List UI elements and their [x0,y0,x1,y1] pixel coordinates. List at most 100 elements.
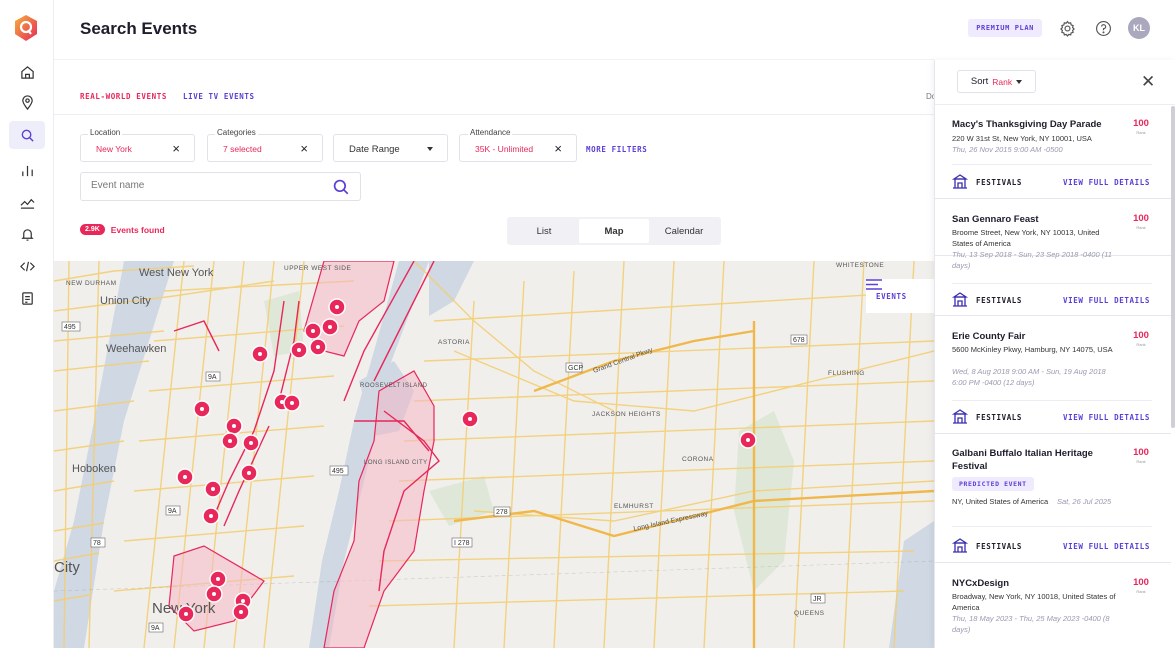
settings-gear-icon[interactable] [1056,17,1078,39]
view-full-details-link[interactable]: VIEW FULL DETAILS [1063,296,1150,305]
event-marker-dot [211,487,215,491]
location-clear-icon[interactable]: × [172,141,180,156]
location-filter[interactable]: New York × [80,134,195,162]
tab-live-tv-events[interactable]: LIVE TV EVENTS [183,92,255,111]
events-toggle-label: EVENTS [876,291,907,301]
results-count: 2.9K Events found [80,224,165,235]
card-divider [952,283,1152,284]
header-actions: PREMIUM PLAN KL [968,17,1150,39]
event-category: FESTIVALS [952,174,1022,190]
attendance-value: 35K - Unlimited [475,144,534,154]
categories-label: Categories [215,128,258,137]
predicted-event-badge: PREDICTED EVENT [952,477,1034,491]
map-label: West New York [139,267,214,279]
event-marker-dot [183,475,187,479]
event-address: Broome Street, New York, NY 10013, Unite… [952,228,1100,248]
results-count-label: Events found [110,224,165,235]
panel-scrollbar[interactable] [1171,106,1175,428]
nav-home-icon[interactable] [9,58,45,86]
tabs-divider [54,114,934,115]
svg-text:I 278: I 278 [454,540,470,547]
event-title[interactable]: Macy's Thanksgiving Day Parade [952,118,1117,131]
search-icon[interactable] [332,178,350,196]
event-name-input[interactable] [91,180,321,191]
categories-filter[interactable]: 7 selected × [207,134,323,162]
events-map[interactable]: 495 9A 495 9A 78 9A 278 I 278 678 GCP JR… [54,261,934,648]
svg-text:UPPER WEST SIDE: UPPER WEST SIDE [284,265,352,272]
festival-tent-icon [952,538,968,553]
events-panel: Sort Rank ✕ Macy's Thanksgiving Day Para… [934,60,1176,648]
view-full-details-link[interactable]: VIEW FULL DETAILS [1063,413,1150,422]
nav-document-icon[interactable] [9,284,45,312]
svg-text:ELMHURST: ELMHURST [614,503,654,510]
event-marker-dot [209,514,213,518]
attendance-filter[interactable]: 35K - Unlimited × [459,134,577,162]
view-map-button[interactable]: Map [579,219,649,243]
nav-search-icon[interactable] [9,121,45,149]
event-marker-dot [228,439,232,443]
event-date: Thu, 18 May 2023 - Thu, 25 May 2023 -040… [952,614,1110,634]
card-divider [952,526,1152,527]
svg-text:495: 495 [64,324,76,331]
view-toggle: List Map Calendar [507,217,721,245]
logo-icon[interactable] [13,14,39,42]
event-marker-dot [746,438,750,442]
event-rank: 100 Rank [1133,577,1149,594]
sort-dropdown[interactable]: Sort Rank [957,70,1036,93]
location-value: New York [96,144,132,154]
help-icon[interactable] [1092,17,1114,39]
event-title[interactable]: NYCxDesign [952,577,1117,590]
view-full-details-link[interactable]: VIEW FULL DETAILS [1063,542,1150,551]
date-range-filter[interactable]: Date Range [333,134,448,162]
user-avatar[interactable]: KL [1128,17,1150,39]
event-address: NY, United States of America [952,497,1049,506]
event-address: 5600 McKinley Pkwy, Hamburg, NY 14075, U… [952,345,1113,354]
events-list-toggle[interactable]: EVENTS [866,279,934,313]
event-marker-dot [335,305,339,309]
svg-text:Weehawken: Weehawken [106,343,166,355]
event-card[interactable]: NYCxDesign Broadway, New York, NY 10018,… [935,563,1171,648]
event-card[interactable]: San Gennaro Feast Broome Street, New Yor… [935,198,1171,316]
event-marker-dot [297,348,301,352]
event-title[interactable]: Erie County Fair [952,330,1117,343]
festival-tent-icon [952,174,968,189]
more-filters-button[interactable]: MORE FILTERS [586,145,647,154]
event-marker-dot [328,325,332,329]
event-marker-dot [316,345,320,349]
event-card[interactable]: Erie County Fair 5600 McKinley Pkwy, Ham… [935,316,1171,434]
svg-text:LONG ISLAND CITY: LONG ISLAND CITY [364,460,428,466]
close-panel-icon[interactable]: ✕ [1141,72,1155,92]
festival-tent-icon [952,292,968,307]
event-name-search [80,172,361,201]
page-title: Search Events [80,19,198,38]
svg-text:ROOSEVELT ISLAND: ROOSEVELT ISLAND [360,383,428,389]
svg-text:CORONA: CORONA [682,456,714,463]
view-full-details-link[interactable]: VIEW FULL DETAILS [1063,178,1150,187]
sort-label: Sort [970,76,989,87]
premium-plan-badge[interactable]: PREMIUM PLAN [968,19,1042,37]
map-canvas[interactable]: 495 9A 495 9A 78 9A 278 I 278 678 GCP JR… [54,261,934,648]
view-calendar-button[interactable]: Calendar [649,219,719,243]
svg-text:Long Island Expressway: Long Island Expressway [633,510,709,533]
nav-chart-icon[interactable] [9,156,45,184]
attendance-clear-icon[interactable]: × [554,141,562,156]
view-list-button[interactable]: List [509,219,579,243]
svg-text:9A: 9A [151,625,160,632]
categories-clear-icon[interactable]: × [300,141,308,156]
event-date: Thu, 13 Sep 2018 - Sun, 23 Sep 2018 -040… [952,250,1112,270]
event-card[interactable]: Galbani Buffalo Italian Heritage Festiva… [935,434,1171,563]
event-title[interactable]: Galbani Buffalo Italian Heritage Festiva… [952,447,1117,473]
svg-text:9A: 9A [208,374,217,381]
event-address: 220 W 31st St, New York, NY 10001, USA [952,134,1092,143]
event-date: Sat, 26 Jul 2025 [1057,497,1112,506]
nav-location-icon[interactable] [9,88,45,116]
nav-trend-icon[interactable] [9,188,45,216]
nav-bell-icon[interactable] [9,220,45,248]
event-marker-dot [212,592,216,596]
event-title[interactable]: San Gennaro Feast [952,213,1117,226]
event-category: FESTIVALS [952,409,1022,425]
svg-text:678: 678 [793,337,805,344]
nav-code-icon[interactable] [9,252,45,280]
tab-real-world-events[interactable]: REAL-WORLD EVENTS [80,92,167,111]
categories-value: 7 selected [223,144,262,154]
